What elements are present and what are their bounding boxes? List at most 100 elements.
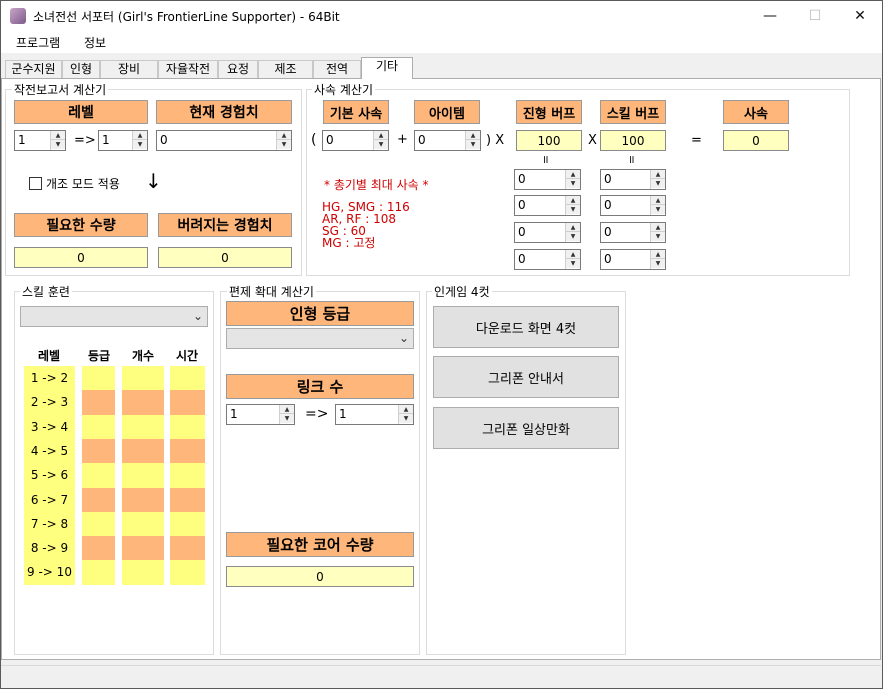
skill-row-count [122, 560, 164, 585]
skill-row-grade [82, 463, 115, 488]
link-from-value: 1 [230, 407, 238, 421]
maximize-button[interactable]: ☐ [792, 1, 838, 31]
skill-input-3[interactable]: 0 ▲ ▼ [600, 222, 666, 243]
current-exp-input[interactable]: 0 ▲ ▼ [156, 130, 292, 151]
tab-doll[interactable]: 인형 [62, 60, 100, 79]
skill-input-value: 0 [604, 225, 612, 239]
required-core-button[interactable]: 필요한 코어 수량 [226, 532, 414, 557]
spin-down-icon[interactable]: ▼ [651, 232, 665, 241]
skill-row-grade [82, 488, 115, 513]
spin-up-icon[interactable]: ▲ [566, 170, 580, 179]
spin-up-icon[interactable]: ▲ [566, 223, 580, 232]
minimize-button[interactable]: — [747, 1, 793, 31]
fire-rate-calc-label: 사속 계산기 [312, 81, 376, 98]
item-button[interactable]: 아이템 [414, 100, 480, 124]
required-amount-button[interactable]: 필요한 수량 [14, 213, 148, 237]
item-input[interactable]: 0 ▲ ▼ [414, 130, 481, 151]
spin-down-icon[interactable]: ▼ [566, 259, 580, 268]
spin-down-icon[interactable]: ▼ [566, 179, 580, 188]
skill-row-level: 1 -> 2 [24, 366, 75, 391]
skill-buff-button[interactable]: 스킬 버프 [600, 100, 666, 124]
tab-etc[interactable]: 기타 [361, 57, 413, 79]
current-exp-button[interactable]: 현재 경험치 [156, 100, 292, 124]
skill-row-level: 9 -> 10 [24, 560, 75, 585]
formation-input-4[interactable]: 0 ▲ ▼ [514, 249, 581, 270]
spin-down-icon[interactable]: ▼ [566, 205, 580, 214]
griffon-daily-comic-button[interactable]: 그리폰 일상만화 [433, 407, 619, 449]
level-to-input[interactable]: 1 ▲ ▼ [98, 130, 148, 151]
tab-auto-battle[interactable]: 자율작전 [158, 60, 218, 79]
formation-input-2[interactable]: 0 ▲ ▼ [514, 195, 581, 216]
formation-input-1[interactable]: 0 ▲ ▼ [514, 169, 581, 190]
skill-input-value: 0 [604, 252, 612, 266]
skill-row-level: 5 -> 6 [24, 463, 75, 488]
spin-down-icon[interactable]: ▼ [277, 140, 291, 149]
spin-down-icon[interactable]: ▼ [399, 414, 413, 423]
download-screen-comic-button[interactable]: 다운로드 화면 4컷 [433, 306, 619, 348]
spin-down-icon[interactable]: ▼ [651, 259, 665, 268]
base-fire-rate-button[interactable]: 기본 사속 [323, 100, 389, 124]
mod-mode-label: 개조 모드 적용 [46, 177, 120, 191]
skill-input-value: 0 [604, 172, 612, 186]
link-count-button[interactable]: 링크 수 [226, 374, 414, 399]
close-paren-times: ) X [486, 133, 505, 148]
spin-down-icon[interactable]: ▼ [651, 179, 665, 188]
spin-up-icon[interactable]: ▲ [399, 405, 413, 414]
skill-row-grade [82, 536, 115, 561]
doll-grade-button[interactable]: 인형 등급 [226, 301, 414, 326]
formation-input-value: 0 [518, 172, 526, 186]
tab-equipment[interactable]: 장비 [100, 60, 158, 79]
menu-info[interactable]: 정보 [84, 34, 106, 51]
close-button[interactable]: ✕ [837, 1, 883, 31]
skill-input-1[interactable]: 0 ▲ ▼ [600, 169, 666, 190]
down-arrow-icon: ↓ [145, 169, 162, 193]
required-core-value: 0 [226, 566, 414, 587]
skill-row-time [170, 463, 205, 488]
spin-down-icon[interactable]: ▼ [566, 232, 580, 241]
skill-row-grade [82, 366, 115, 391]
spin-up-icon[interactable]: ▲ [133, 131, 147, 140]
skill-training-combo[interactable]: ⌄ [20, 306, 208, 327]
spin-down-icon[interactable]: ▼ [133, 140, 147, 149]
spin-down-icon[interactable]: ▼ [466, 140, 480, 149]
tab-campaign[interactable]: 전역 [313, 60, 361, 79]
skill-row-time [170, 415, 205, 440]
base-fire-rate-input[interactable]: 0 ▲ ▼ [322, 130, 389, 151]
level-button[interactable]: 레벨 [14, 100, 148, 124]
spin-up-icon[interactable]: ▲ [651, 196, 665, 205]
skill-input-2[interactable]: 0 ▲ ▼ [600, 195, 666, 216]
spin-up-icon[interactable]: ▲ [280, 405, 294, 414]
tab-production[interactable]: 제조 [258, 60, 313, 79]
wasted-exp-button[interactable]: 버려지는 경험치 [158, 213, 292, 237]
spin-down-icon[interactable]: ▼ [651, 205, 665, 214]
spin-up-icon[interactable]: ▲ [466, 131, 480, 140]
spin-down-icon[interactable]: ▼ [280, 414, 294, 423]
spin-up-icon[interactable]: ▲ [374, 131, 388, 140]
tab-fairy[interactable]: 요정 [218, 60, 258, 79]
skill-input-4[interactable]: 0 ▲ ▼ [600, 249, 666, 270]
spin-up-icon[interactable]: ▲ [651, 170, 665, 179]
spin-down-icon[interactable]: ▼ [51, 140, 65, 149]
mod-mode-checkbox[interactable] [29, 177, 42, 190]
formation-input-3[interactable]: 0 ▲ ▼ [514, 222, 581, 243]
link-from-input[interactable]: 1 ▲ ▼ [226, 404, 295, 425]
griffon-guide-button[interactable]: 그리폰 안내서 [433, 356, 619, 398]
menu-program[interactable]: 프로그램 [16, 34, 60, 51]
doll-grade-combo[interactable]: ⌄ [226, 328, 414, 349]
link-to-input[interactable]: 1 ▲ ▼ [335, 404, 414, 425]
skill-buff-value: 100 [600, 130, 666, 151]
skill-row-time [170, 488, 205, 513]
spin-up-icon[interactable]: ▲ [277, 131, 291, 140]
fire-rate-result-button[interactable]: 사속 [723, 100, 789, 124]
level-from-input[interactable]: 1 ▲ ▼ [14, 130, 66, 151]
spin-up-icon[interactable]: ▲ [566, 196, 580, 205]
spin-up-icon[interactable]: ▲ [651, 250, 665, 259]
fire-rate-result-value: 0 [723, 130, 789, 151]
level-to-value: 1 [102, 133, 110, 147]
spin-up-icon[interactable]: ▲ [566, 250, 580, 259]
spin-up-icon[interactable]: ▲ [51, 131, 65, 140]
formation-buff-button[interactable]: 진형 버프 [516, 100, 582, 124]
spin-down-icon[interactable]: ▼ [374, 140, 388, 149]
tab-logistics[interactable]: 군수지원 [5, 60, 62, 79]
spin-up-icon[interactable]: ▲ [651, 223, 665, 232]
